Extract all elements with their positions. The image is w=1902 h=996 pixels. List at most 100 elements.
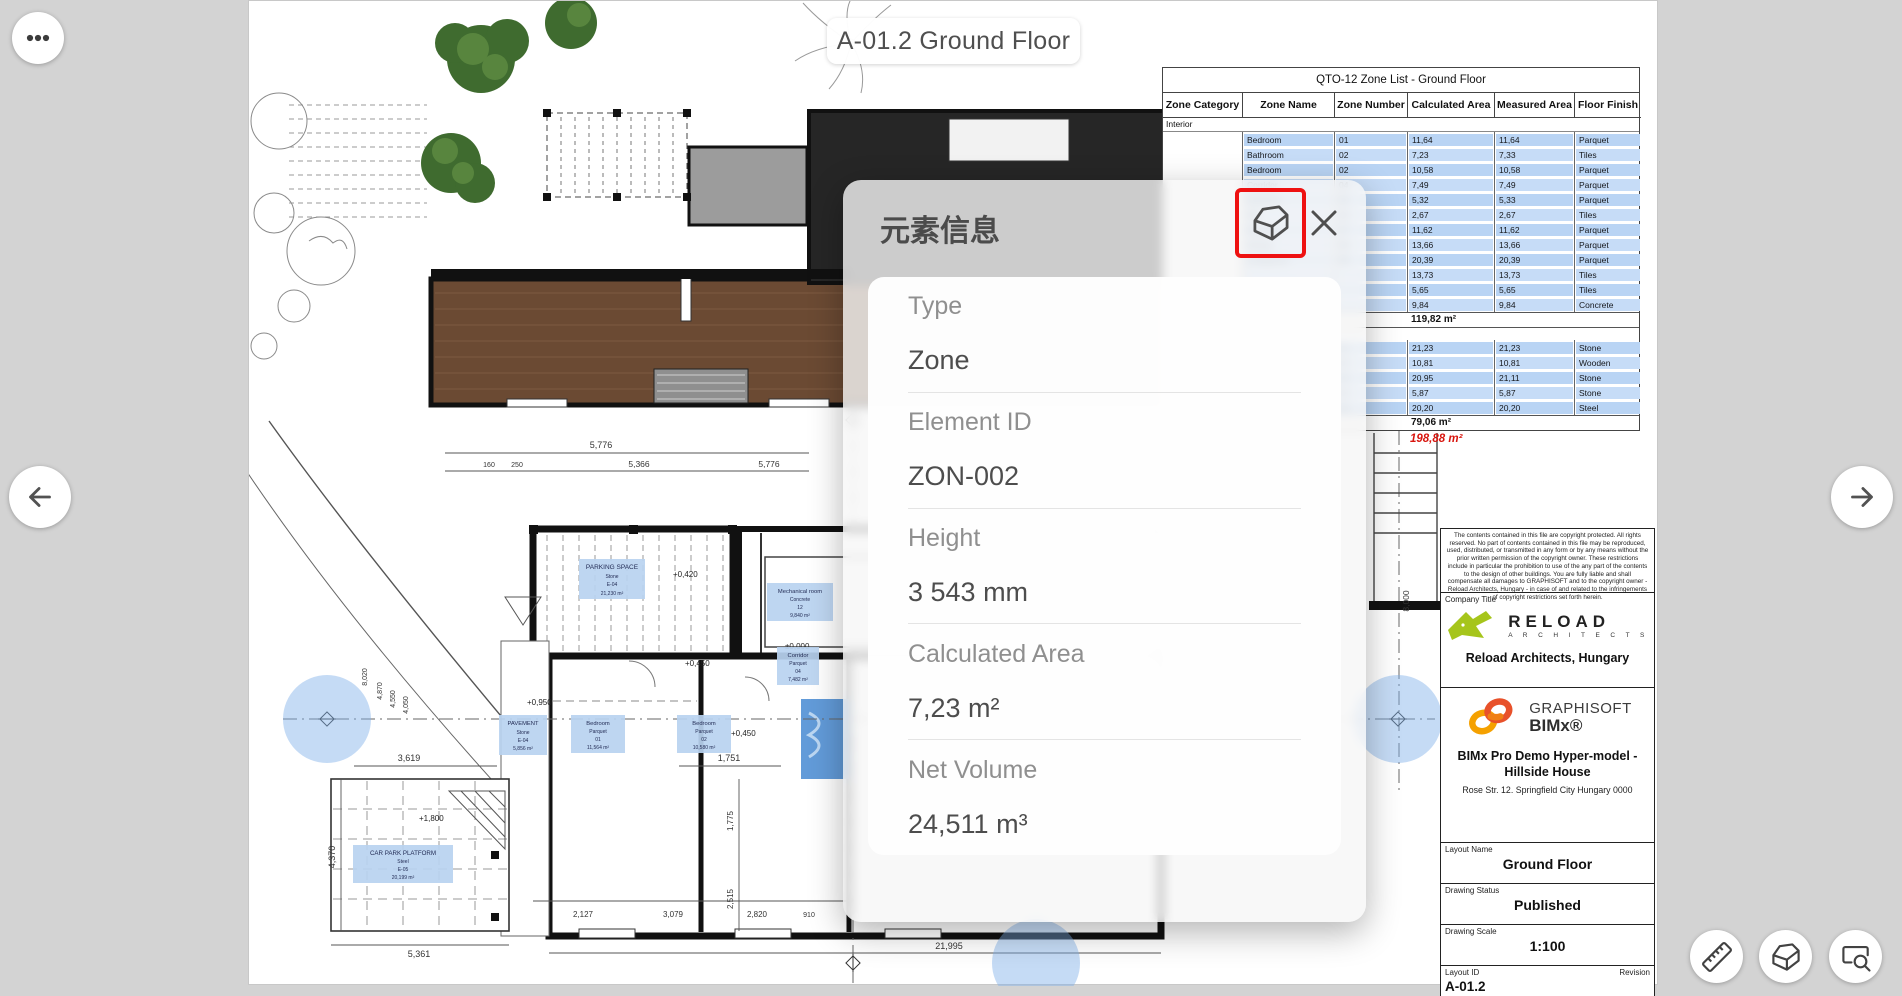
next-layout-button[interactable]: [1831, 466, 1893, 528]
svg-text:PAVEMENT: PAVEMENT: [507, 721, 538, 727]
zone-stamp-bedroom-01: Bedroom Parquet 01 11,564 m²: [571, 715, 625, 753]
zone-stamp-mech-room: Mechanical room Concrete 12 9,840 m²: [767, 583, 833, 621]
title-block: The contents contained in this file are …: [1440, 528, 1655, 996]
svg-text:Bedroom: Bedroom: [586, 721, 610, 727]
ruler-icon: [1701, 941, 1732, 972]
svg-text:Concrete: Concrete: [790, 597, 811, 603]
svg-text:12: 12: [797, 605, 803, 611]
svg-text:02: 02: [701, 737, 707, 743]
svg-text:+1,800: +1,800: [419, 814, 444, 823]
graphisoft-bimx-logo: GRAPHISOFT BIMx®: [1441, 698, 1654, 736]
copyright-text: The contents contained in this file are …: [1441, 529, 1654, 601]
svg-text:CAR PARK PLATFORM: CAR PARK PLATFORM: [370, 850, 436, 857]
svg-text:5,366: 5,366: [628, 459, 650, 469]
svg-text:E-04: E-04: [607, 582, 618, 588]
house-3d-icon: [1253, 205, 1288, 241]
field-height: Height 3 543 mm: [908, 507, 1301, 624]
svg-text:+0,450: +0,450: [685, 659, 710, 668]
previous-layout-button[interactable]: [9, 466, 71, 528]
svg-text:Parquet: Parquet: [589, 729, 607, 735]
svg-text:5,856 m²: 5,856 m²: [513, 746, 533, 752]
svg-text:21,995: 21,995: [935, 941, 963, 951]
svg-text:E-04: E-04: [518, 738, 529, 744]
svg-text:2,515: 2,515: [726, 888, 735, 909]
svg-text:8,000: 8,000: [1401, 590, 1411, 612]
carport: [543, 109, 691, 201]
svg-text:2,820: 2,820: [747, 910, 768, 919]
svg-text:21,230 m²: 21,230 m²: [601, 591, 624, 597]
reload-architects-logo: RELOAD A R C H I T E C T S: [1441, 610, 1654, 642]
svg-text:4,870: 4,870: [377, 682, 384, 700]
table-header-row: Zone Category Zone Name Zone Number Calc…: [1163, 93, 1641, 118]
svg-text:4,370: 4,370: [327, 846, 337, 869]
company-title-label: Company Title: [1445, 595, 1497, 604]
svg-text:160: 160: [483, 462, 495, 469]
arrow-left-icon: [29, 487, 51, 507]
measure-button[interactable]: [1690, 930, 1743, 983]
svg-text:20,199 m²: 20,199 m²: [392, 875, 415, 881]
svg-text:5,361: 5,361: [408, 949, 431, 959]
zone-category-label: Interior: [1163, 118, 1639, 132]
svg-text:+0,450: +0,450: [731, 729, 756, 738]
show-in-3d-model-button[interactable]: [1241, 193, 1301, 253]
field-type: Type Zone: [908, 292, 970, 376]
red-highlight-box: [1235, 188, 1306, 258]
zone-stamp-pavement: PAVEMENT Stone E-04 5,856 m²: [499, 715, 547, 755]
svg-text:910: 910: [803, 912, 815, 919]
svg-text:Parquet: Parquet: [695, 729, 713, 735]
svg-text:Bedroom: Bedroom: [692, 721, 716, 727]
svg-text:Mechanical room: Mechanical room: [778, 589, 822, 595]
svg-text:2,127: 2,127: [573, 910, 594, 919]
bimx-infinity-icon: [1469, 698, 1513, 735]
svg-text:01: 01: [595, 737, 601, 743]
zone-stamp-corridor: Corridor Parquet 04 7,482 m²: [777, 647, 819, 685]
touch-circle-right: [1354, 675, 1442, 763]
element-info-card: Type Zone Element ID ZON-002 Height 3 54…: [868, 277, 1341, 855]
drawing-scale-label: Drawing Scale: [1445, 927, 1497, 936]
field-element-id: Element ID ZON-002: [908, 391, 1301, 508]
svg-text:4,550: 4,550: [390, 690, 397, 708]
svg-text:Corridor: Corridor: [788, 653, 809, 659]
svg-text:E-05: E-05: [398, 867, 409, 873]
svg-text:+0,420: +0,420: [673, 570, 698, 579]
svg-text:3,079: 3,079: [663, 910, 684, 919]
open-3d-model-button[interactable]: [1759, 930, 1812, 983]
svg-text:3,619: 3,619: [398, 753, 421, 763]
zone-stamp-car-park-platform: CAR PARK PLATFORM Steel E-05 20,199 m²: [353, 845, 453, 883]
field-net-volume: Net Volume 24,511 m³: [908, 739, 1301, 855]
touch-circle-left: [283, 675, 371, 763]
svg-text:1,775: 1,775: [726, 810, 735, 831]
zone-stamp-parking: PARKING SPACE Stone E-04 21,230 m²: [579, 559, 645, 599]
table-row: Bedroom 02 10,58 10,58 Parquet: [1163, 162, 1640, 177]
close-panel-button[interactable]: [1305, 204, 1343, 242]
more-options-button[interactable]: [12, 12, 64, 64]
revision-label: Revision: [1619, 968, 1650, 977]
svg-text:+0,950: +0,950: [527, 698, 552, 707]
svg-text:Stone: Stone: [516, 730, 529, 736]
zone-stamp-bedroom-02: Bedroom Parquet 02 10,580 m²: [677, 715, 731, 753]
magnifier-screen-icon: [1841, 945, 1871, 972]
house-3d-icon: [1771, 942, 1800, 971]
arrow-right-icon: [1851, 487, 1873, 507]
svg-text:5,776: 5,776: [758, 459, 780, 469]
bimx-viewer: 5,776 160 250 5,366 5,776 3,619 1,751 4,…: [0, 0, 1902, 996]
svg-text:04: 04: [795, 669, 801, 675]
svg-text:Steel: Steel: [397, 859, 408, 865]
drawing-scale-value: 1:100: [1529, 938, 1566, 954]
field-calculated-area: Calculated Area 7,23 m²: [908, 623, 1301, 739]
layout-title-pill: A-01.2 Ground Floor: [827, 18, 1080, 64]
svg-text:1,751: 1,751: [718, 753, 741, 763]
layout-id-value: A-01.2: [1445, 979, 1486, 994]
svg-text:11,564 m²: 11,564 m²: [587, 745, 609, 751]
find-on-layout-button[interactable]: [1829, 930, 1882, 983]
svg-text:PARKING SPACE: PARKING SPACE: [586, 564, 639, 571]
panel-title: 元素信息: [880, 215, 1000, 248]
svg-text:10,580 m²: 10,580 m²: [693, 745, 716, 751]
svg-text:8,020: 8,020: [362, 668, 369, 686]
company-name: Reload Architects, Hungary: [1465, 651, 1630, 665]
ellipsis-icon: [26, 34, 50, 42]
model-title: BIMx Pro Demo Hyper-model - Hillside Hou…: [1457, 749, 1638, 779]
svg-text:4,050: 4,050: [403, 696, 410, 714]
model-address: Rose Str. 12. Springfield City Hungary 0…: [1462, 785, 1633, 795]
drawing-status-label: Drawing Status: [1445, 886, 1500, 895]
